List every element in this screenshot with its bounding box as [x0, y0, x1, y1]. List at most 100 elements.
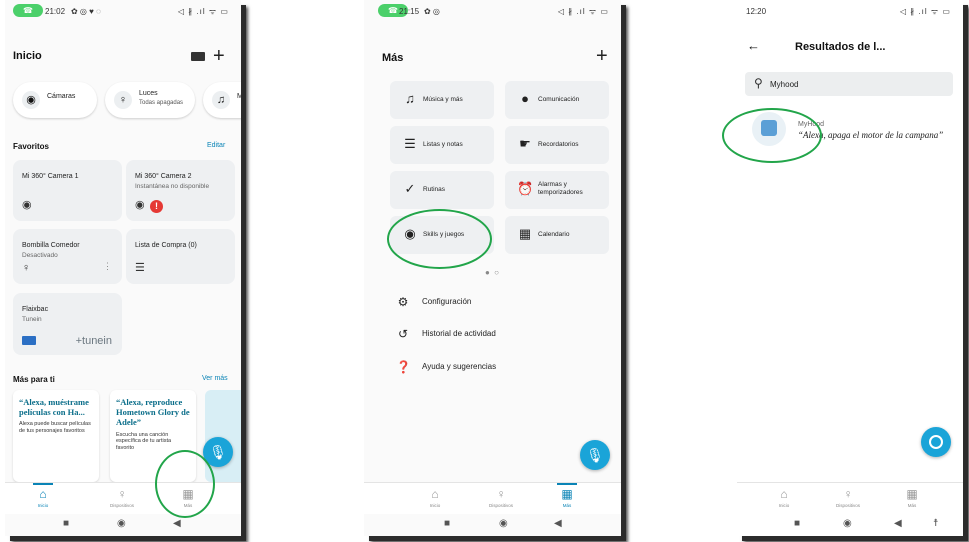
gear-icon: ⚙ [397, 295, 409, 309]
more-options-icon[interactable]: ⋮ [103, 261, 112, 272]
routine-icon: ✓ [404, 181, 416, 196]
accessibility-icon[interactable]: ☨ [933, 518, 938, 529]
home-button-icon[interactable]: ◉ [117, 518, 126, 529]
card-title: Bombilla Comedor [22, 242, 80, 249]
notification-icons: ✿ ◎ [424, 7, 440, 16]
device-card[interactable]: Mi 360° Camera 1 ◉ [13, 160, 122, 221]
promo-description: Escucha una canción específica de tu art… [116, 431, 172, 452]
tab-dispositivos[interactable]: ♀ Dispositivos [97, 486, 147, 508]
result-description[interactable]: “Alexa, apaga el motor de la campana” [798, 130, 943, 140]
station-logo [22, 336, 36, 345]
add-button[interactable]: + [596, 46, 608, 66]
alexa-button[interactable] [921, 427, 951, 457]
quick-chips: ◉ Cámaras ♀ Luces Todas apagadas ♫ Mú [13, 82, 241, 118]
promo-card[interactable]: “Alexa, reproduce Hometown Glory de Adel… [110, 390, 196, 482]
chip-luces[interactable]: ♀ Luces Todas apagadas [105, 82, 195, 118]
history-icon: ↺ [397, 327, 409, 341]
recents-icon[interactable]: ■ [794, 518, 800, 529]
radio-card[interactable]: Flaixbac Tunein +tunein [13, 293, 122, 355]
card-title: Flaixbac [22, 306, 49, 313]
tab-label: Dispositivos [109, 503, 134, 508]
tile-alarmas[interactable]: ⏰ Alarmas y temporizadores [505, 171, 609, 209]
card-subtitle: Tunein [22, 316, 42, 323]
music-icon: ♫ [405, 91, 415, 106]
alarm-icon: ⏰ [517, 181, 534, 196]
status-time: 21:15 [399, 7, 420, 16]
tile-rutinas[interactable]: ✓ Rutinas [390, 171, 494, 209]
tab-dispositivos[interactable]: ♀ Dispositivos [823, 486, 873, 508]
promo-card-partial[interactable] [205, 390, 241, 482]
page-title: Resultados de l... [795, 41, 886, 53]
chip-musica[interactable]: ♫ Mú [203, 82, 241, 118]
favorites-edit-link[interactable]: Editar [207, 142, 225, 149]
see-more-link[interactable]: Ver más [202, 375, 228, 382]
menu-item-label: Historial de actividad [422, 329, 496, 338]
phone-search-results: 12:20 ◁ ∦ .ıl ᯤ ▭ ← Resultados de l... ⚲… [737, 0, 963, 536]
menu-item-label: Configuración [422, 297, 472, 306]
back-arrow-icon[interactable]: ← [747, 38, 760, 53]
tile-label: Música y más [423, 96, 463, 103]
tab-mas[interactable]: ▦ Más [887, 486, 937, 508]
back-icon[interactable]: ◀ [173, 518, 181, 529]
search-value: Myhood [770, 80, 799, 89]
tile-label: Recordatorios [538, 141, 579, 148]
status-bar: 12:20 ◁ ∦ .ıl ᯤ ▭ [737, 0, 963, 22]
home-button-icon[interactable]: ◉ [843, 518, 852, 529]
alexa-mic-button[interactable]: 🎙 [203, 437, 233, 467]
camera-icon: ◉ [135, 199, 145, 211]
home-icon: ⌂ [431, 487, 439, 501]
tile-comunicacion[interactable]: ● Comunicación [505, 81, 609, 119]
chat-icon: ● [521, 91, 529, 106]
chip-sub: Todas apagadas [139, 100, 184, 106]
tab-mas[interactable]: ▦ Más [542, 483, 592, 508]
skills-icon: ◉ [404, 226, 416, 241]
chip-camaras[interactable]: ◉ Cámaras [13, 82, 97, 118]
skill-icon [752, 112, 786, 146]
page-indicator: ● ○ [485, 268, 500, 277]
more-for-you-title: Más para ti [13, 375, 55, 384]
status-time: 21:02 [45, 7, 66, 16]
tab-label: Más [907, 503, 917, 508]
device-card[interactable]: Mi 360° Camera 2 Instantánea no disponib… [126, 160, 235, 221]
grid-icon: ▦ [561, 487, 573, 501]
devices-icon: ♀ [843, 487, 853, 501]
alert-icon: ! [150, 200, 163, 213]
back-icon[interactable]: ◀ [554, 518, 562, 529]
device-card[interactable]: Bombilla Comedor Desactivado ♀ ⋮ [13, 229, 122, 284]
tile-recordatorios[interactable]: ☛ Recordatorios [505, 126, 609, 164]
devices-icon: ♀ [496, 487, 506, 501]
tile-skills[interactable]: ◉ Skills y juegos [390, 216, 494, 254]
keyboard-icon[interactable] [191, 52, 205, 61]
calendar-icon: ▦ [518, 226, 532, 241]
list-card[interactable]: Lista de Compra (0) ☰ [126, 229, 235, 284]
search-input[interactable]: ⚲ Myhood [745, 72, 953, 96]
recents-icon[interactable]: ■ [63, 518, 69, 529]
alexa-mic-button[interactable]: 🎙 [580, 440, 610, 470]
result-title[interactable]: MyHood [798, 121, 824, 128]
tile-calendario[interactable]: ▦ Calendario [505, 216, 609, 254]
home-button-icon[interactable]: ◉ [499, 518, 508, 529]
help-icon: ❓ [396, 360, 411, 374]
home-icon: ⌂ [780, 487, 788, 501]
tab-inicio[interactable]: ⌂ Inicio [18, 483, 68, 508]
tile-listas[interactable]: ☰ Listas y notas [390, 126, 494, 164]
add-button[interactable]: + [213, 46, 225, 66]
tile-musica[interactable]: ♫ Música y más [390, 81, 494, 119]
tab-dispositivos[interactable]: ♀ Dispositivos [476, 486, 526, 508]
chip-label: Luces [139, 90, 158, 97]
camera-icon: ◉ [22, 91, 40, 109]
bottom-tab-bar: ⌂ Inicio ♀ Dispositivos ▦ Más [364, 482, 621, 514]
tab-inicio[interactable]: ⌂ Inicio [410, 486, 460, 508]
tile-label: Rutinas [423, 186, 446, 193]
grid-icon: ▦ [906, 487, 918, 501]
android-nav-bar: ■ ◉ ◀ ☨ [737, 514, 963, 536]
tile-label: Alarmas y temporizadores [538, 181, 583, 196]
tile-label: Skills y juegos [423, 231, 465, 238]
call-indicator[interactable]: ☎ [13, 4, 43, 17]
tab-mas[interactable]: ▦ Más [163, 486, 213, 508]
back-icon[interactable]: ◀ [894, 518, 902, 529]
tab-inicio[interactable]: ⌂ Inicio [759, 486, 809, 508]
tunein-logo: +tunein [75, 335, 112, 347]
promo-card[interactable]: “Alexa, muéstrame películas con Ha... Al… [13, 390, 99, 482]
recents-icon[interactable]: ■ [444, 518, 450, 529]
